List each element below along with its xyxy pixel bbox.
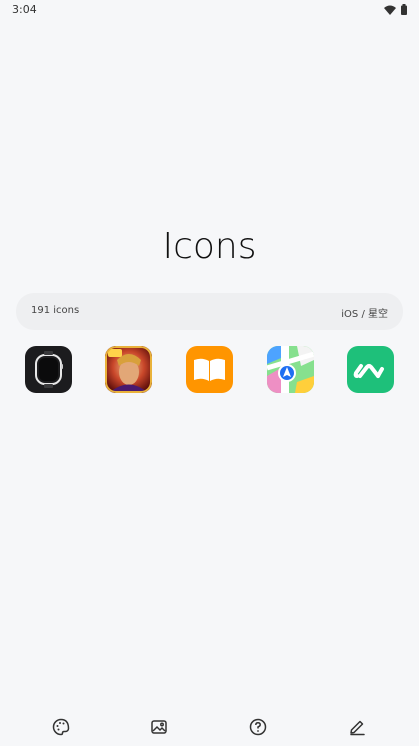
edit-icon xyxy=(348,718,366,740)
edit-button[interactable] xyxy=(346,718,368,740)
battery-icon xyxy=(401,0,407,19)
icon-pack-label: iOS / 星空 xyxy=(341,309,388,320)
icon-pack-info-bar[interactable]: 191 icons iOS / 星空 xyxy=(16,293,403,330)
wallpaper-button[interactable] xyxy=(148,718,170,740)
app-title: Icons xyxy=(162,226,257,267)
status-time: 3:04 xyxy=(12,3,37,16)
icon-preview-row xyxy=(0,346,419,394)
maps-app-icon[interactable] xyxy=(267,346,314,393)
status-bar: 3:04 xyxy=(0,0,419,20)
wallpaper-icon xyxy=(150,718,168,740)
honor-of-kings-game-icon[interactable] xyxy=(105,346,152,393)
bottom-nav xyxy=(0,712,419,746)
wifi-icon xyxy=(384,0,396,19)
palette-icon xyxy=(52,718,70,740)
green-a-app-icon[interactable] xyxy=(347,346,394,393)
apple-watch-app-icon[interactable] xyxy=(25,346,72,393)
status-icons xyxy=(384,3,407,15)
palette-button[interactable] xyxy=(50,718,72,740)
help-button[interactable] xyxy=(247,718,269,740)
help-icon xyxy=(249,718,267,740)
books-app-icon[interactable] xyxy=(186,346,233,393)
icon-count: 191 icons xyxy=(31,305,80,316)
